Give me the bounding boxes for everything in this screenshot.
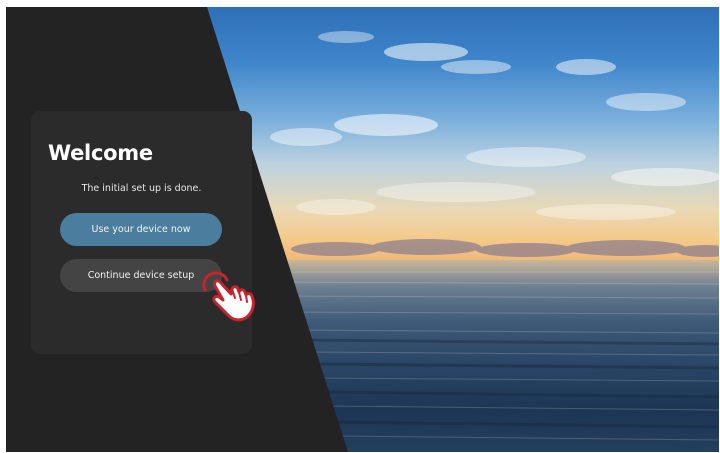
use-device-now-button[interactable]: Use your device now bbox=[60, 213, 222, 246]
setup-screen: Welcome The initial set up is done. Use … bbox=[6, 7, 719, 452]
welcome-subtitle: The initial set up is done. bbox=[81, 183, 202, 194]
hand-pointer-icon bbox=[202, 271, 255, 322]
welcome-title: Welcome bbox=[48, 141, 153, 165]
continue-device-setup-button[interactable]: Continue device setup bbox=[60, 259, 222, 292]
